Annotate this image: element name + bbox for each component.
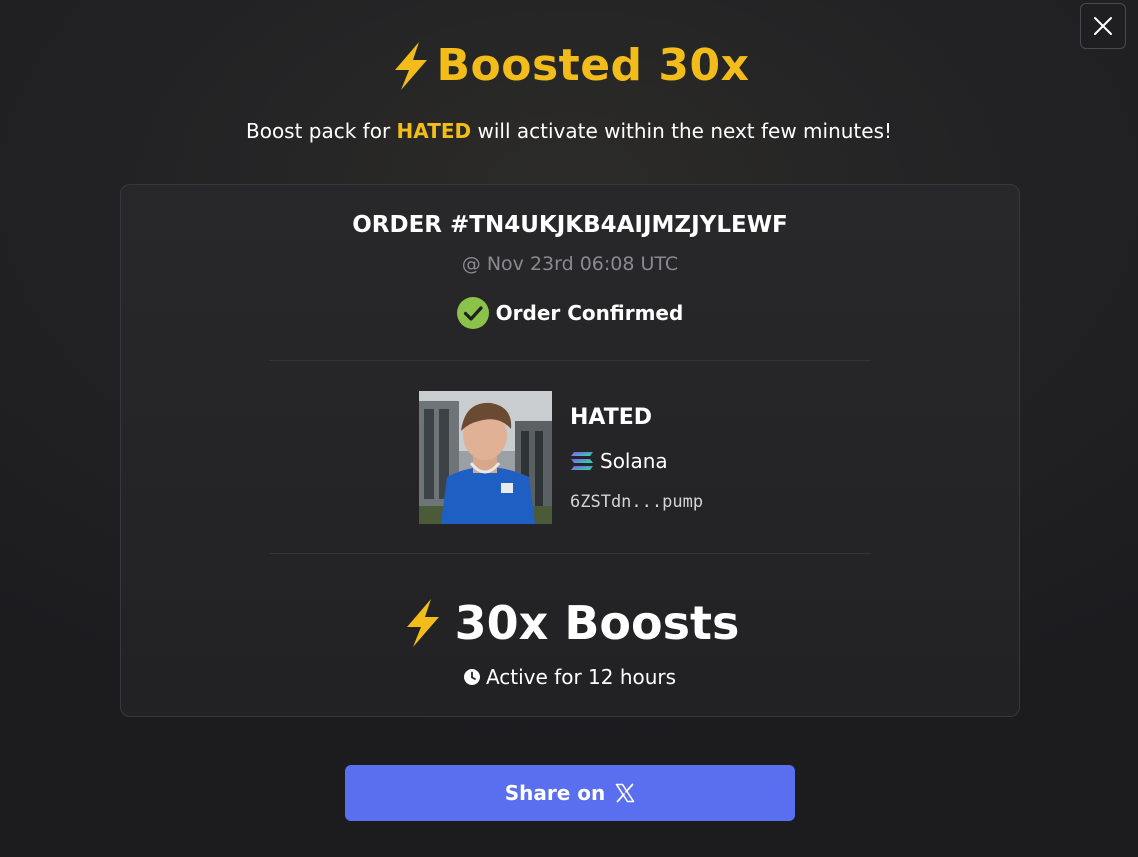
lightning-bolt-icon (406, 599, 439, 647)
boost-count: 30x Boosts (454, 596, 740, 650)
order-id: ORDER #TN4UKJKB4AIJMZJYLEWF (352, 212, 788, 238)
subtitle-suffix: will activate within the next few minute… (471, 119, 893, 143)
divider (269, 360, 871, 361)
boost-summary: 30x Boosts (121, 593, 1019, 653)
boost-duration: Active for 12 hours (121, 663, 1019, 691)
modal-header: Boosted 30x (0, 36, 1138, 96)
solana-logo-icon (571, 452, 593, 470)
order-time: @ Nov 23rd 06:08 UTC (461, 253, 679, 275)
lightning-bolt-icon (389, 40, 433, 92)
close-icon (1094, 17, 1112, 35)
order-card: ORDER #TN4UKJKB4AIJMZJYLEWF @ Nov 23rd 0… (120, 184, 1020, 717)
token-avatar (419, 391, 552, 524)
token-address[interactable]: 6ZSTdn...pump (570, 489, 703, 515)
divider (269, 553, 871, 554)
subtitle-token: HATED (396, 119, 472, 143)
share-label: Share on (504, 781, 606, 805)
order-status: Order Confirmed (121, 297, 1019, 329)
x-logo-icon (615, 783, 635, 803)
status-label: Order Confirmed (495, 301, 684, 325)
check-circle-icon (456, 297, 489, 329)
clock-icon (463, 669, 480, 685)
subtitle: Boost pack for HATED will activate withi… (0, 117, 1138, 145)
token-chain: Solana (570, 447, 668, 475)
subtitle-prefix: Boost pack for (245, 119, 397, 143)
duration-label: Active for 12 hours (485, 665, 677, 689)
page-title: Boosted 30x (436, 40, 750, 91)
token-name: HATED (570, 405, 653, 430)
chain-label: Solana (600, 449, 668, 473)
share-on-x-button[interactable]: Share on (345, 765, 795, 821)
